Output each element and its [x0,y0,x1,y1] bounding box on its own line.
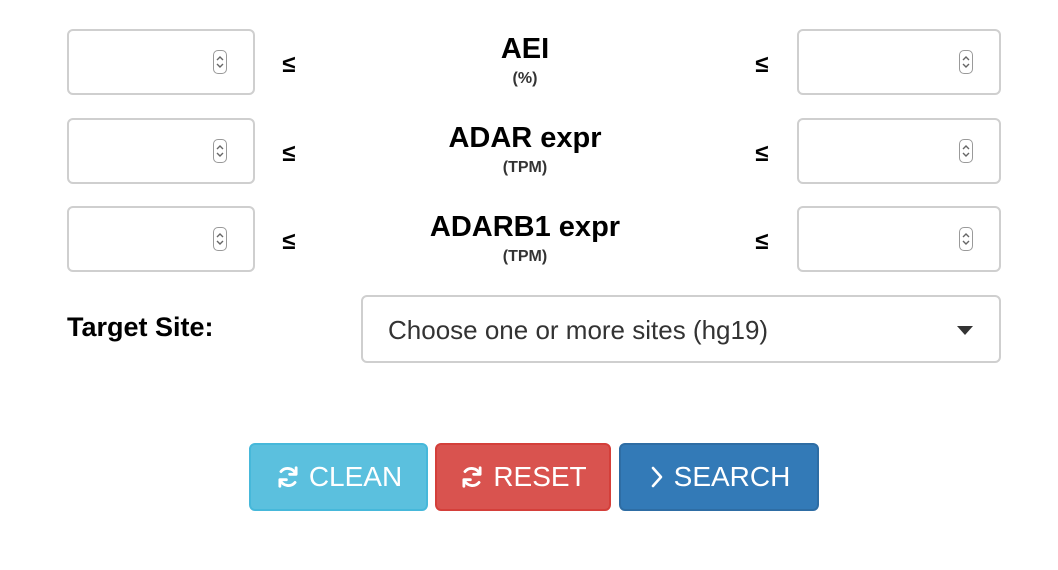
refresh-icon [462,466,482,488]
up-down-spinner-icon[interactable] [213,227,227,251]
up-down-spinner-icon[interactable] [213,139,227,163]
metric-name: ADAR expr [448,122,602,154]
target-site-select[interactable]: Choose one or more sites (hg19) [361,295,1001,363]
reset-button[interactable]: RESET [435,443,611,511]
clean-button[interactable]: CLEAN [249,443,428,511]
metric-unit: (%) [512,70,538,88]
adar-max-input[interactable] [797,118,1001,184]
adarb1-min-input[interactable] [67,206,255,272]
filter-label-adarb1: ADARB1 expr (TPM) [395,211,655,266]
clean-button-label: CLEAN [308,461,403,492]
refresh-icon [278,466,298,488]
reset-button-label: RESET [493,461,587,492]
adarb1-max-input[interactable] [797,206,1001,272]
aei-max-input[interactable] [797,29,1001,95]
up-down-spinner-icon[interactable] [959,139,973,163]
metric-name: ADARB1 expr [429,211,621,243]
up-down-spinner-icon[interactable] [959,50,973,74]
aei-min-input[interactable] [67,29,255,95]
metric-name: AEI [500,33,550,65]
metric-unit: (TPM) [502,159,548,177]
leq-symbol: ≤ [282,140,296,167]
up-down-spinner-icon[interactable] [213,50,227,74]
filter-label-aei: AEI (%) [395,33,655,88]
leq-symbol: ≤ [755,51,769,78]
search-button-label: SEARCH [673,461,791,492]
caret-down-icon [957,326,973,335]
leq-symbol: ≤ [755,140,769,167]
filter-label-adar: ADAR expr (TPM) [395,122,655,177]
target-site-placeholder: Choose one or more sites (hg19) [388,315,769,345]
target-site-label: Target Site: [67,312,214,342]
leq-symbol: ≤ [282,51,296,78]
adar-min-input[interactable] [67,118,255,184]
search-button[interactable]: SEARCH [619,443,819,511]
chevron-right-icon [651,466,662,488]
leq-symbol: ≤ [755,228,769,255]
leq-symbol: ≤ [282,228,296,255]
up-down-spinner-icon[interactable] [959,227,973,251]
metric-unit: (TPM) [502,248,548,266]
